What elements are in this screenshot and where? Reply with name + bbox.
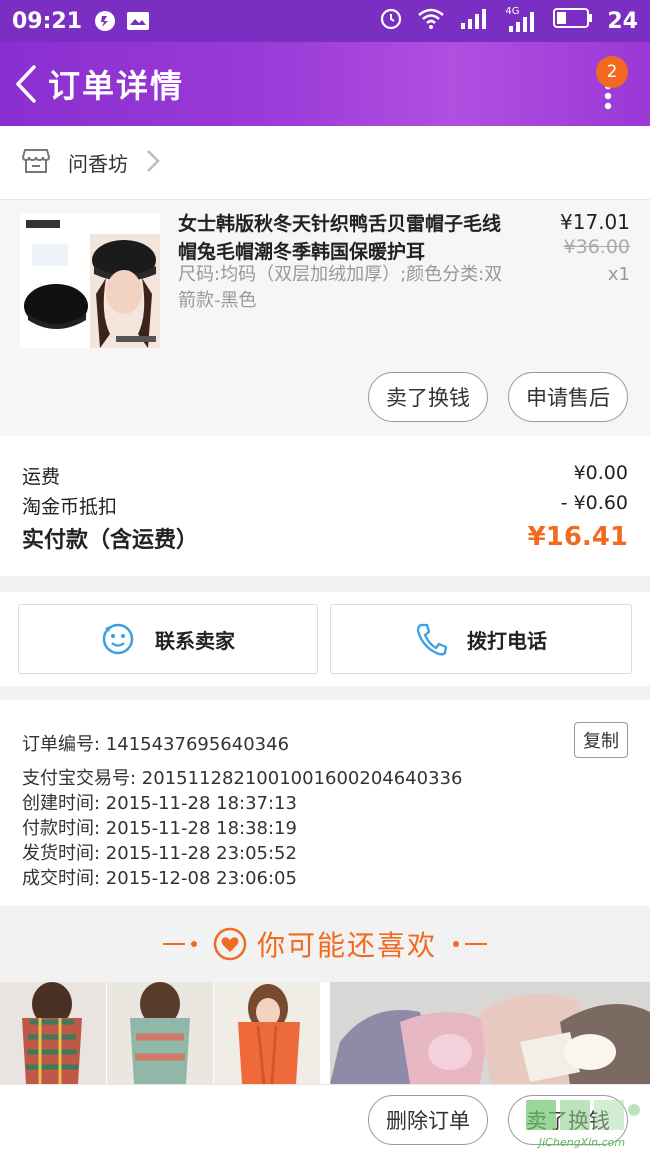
after-sale-button[interactable]: 申请售后	[508, 372, 628, 422]
wifi-icon	[417, 7, 445, 35]
recommend-header: 你可能还喜欢	[0, 906, 650, 982]
shop-row[interactable]: 问香坊	[0, 126, 650, 200]
paid-time: 付款时间: 2015-11-28 18:38:19	[22, 818, 297, 839]
shipping-fee-value: ¥0.00	[573, 462, 628, 484]
watermark-logo-icon	[522, 1100, 642, 1136]
contact-section: 联系卖家 拨打电话	[0, 592, 650, 686]
fee-summary: 运费 ¥0.00 淘金币抵扣 - ¥0.60 实付款（含运费） ¥16.41	[0, 436, 650, 576]
status-bar: 09:21 4G 24	[0, 0, 650, 42]
alarm-icon	[379, 6, 403, 36]
battery-icon	[553, 7, 593, 35]
product-original-price: ¥36.00	[563, 236, 630, 258]
divider-line	[465, 943, 487, 945]
chat-smile-icon	[101, 622, 135, 656]
order-number: 订单编号: 1415437695640346	[22, 734, 290, 755]
signal-icon	[459, 7, 491, 35]
created-time: 创建时间: 2015-11-28 18:37:13	[22, 793, 297, 814]
order-item: 女士韩版秋冬天针织鸭舌贝雷帽子毛线帽兔毛帽潮冬季韩国保暖护耳 尺码:均码（双层加…	[0, 200, 650, 436]
product-thumbnail[interactable]	[20, 214, 160, 348]
total-paid-row: 实付款（含运费） ¥16.41	[22, 522, 628, 554]
shop-icon	[21, 148, 51, 178]
heart-icon	[213, 927, 247, 961]
recommend-list	[0, 982, 650, 1084]
recommend-item-gloves[interactable]	[330, 982, 650, 1084]
divider-dot	[453, 941, 459, 947]
product-price: ¥17.01	[560, 210, 630, 234]
recommend-title: 你可能还喜欢	[256, 929, 437, 962]
copy-order-number-button[interactable]: 复制	[574, 722, 628, 758]
coin-discount-row: 淘金币抵扣 - ¥0.60	[22, 492, 628, 519]
more-menu-button[interactable]: 2	[588, 50, 628, 120]
bottom-action-bar: 删除订单 卖了换钱 JiChengXin.com	[0, 1084, 650, 1155]
delete-order-button[interactable]: 删除订单	[368, 1095, 488, 1145]
completed-time: 成交时间: 2015-12-08 23:06:05	[22, 868, 297, 889]
sell-item-button[interactable]: 卖了换钱	[368, 372, 488, 422]
app-notification-icon	[94, 10, 116, 32]
status-time: 09:21	[12, 8, 83, 34]
coin-discount-label: 淘金币抵扣	[22, 496, 118, 518]
total-paid-label: 实付款（含运费）	[22, 528, 199, 553]
watermark: JiChengXin.com	[522, 1098, 642, 1149]
shipping-fee-label: 运费	[22, 466, 61, 488]
coin-discount-value: - ¥0.60	[560, 492, 628, 514]
watermark-text: JiChengXin.com	[538, 1136, 626, 1149]
shipping-fee-row: 运费 ¥0.00	[22, 462, 628, 489]
order-info: 订单编号: 1415437695640346 复制 支付宝交易号: 201511…	[0, 700, 650, 906]
divider-line	[162, 943, 185, 945]
call-phone-button[interactable]: 拨打电话	[330, 604, 632, 674]
notification-badge: 2	[596, 56, 628, 88]
product-name[interactable]: 女士韩版秋冬天针织鸭舌贝雷帽子毛线帽兔毛帽潮冬季韩国保暖护耳	[178, 210, 518, 266]
contact-seller-button[interactable]: 联系卖家	[18, 604, 318, 674]
message-icon	[126, 11, 150, 31]
chevron-right-icon	[146, 149, 160, 177]
product-spec: 尺码:均码（双层加绒加厚）;颜色分类:双箭款-黑色	[178, 264, 503, 311]
alipay-trade-number: 支付宝交易号: 2015112821001001600204640336	[22, 768, 463, 789]
total-paid-value: ¥16.41	[527, 522, 628, 552]
recommend-item-scarf[interactable]	[0, 982, 320, 1084]
divider-dot	[190, 941, 197, 947]
shop-name: 问香坊	[68, 152, 128, 176]
contact-seller-label: 联系卖家	[155, 628, 235, 653]
network-type: 4G	[505, 6, 520, 17]
battery-level: 24	[607, 8, 638, 34]
back-button[interactable]	[4, 42, 48, 126]
nav-bar: 订单详情 2	[0, 42, 650, 126]
page-title: 订单详情	[48, 67, 185, 105]
call-phone-label: 拨打电话	[467, 628, 547, 653]
shipped-time: 发货时间: 2015-11-28 23:05:52	[22, 843, 297, 864]
product-quantity: x1	[607, 264, 630, 285]
chevron-left-icon	[16, 65, 36, 103]
phone-icon	[415, 622, 447, 656]
signal-4g-icon: 4G	[505, 6, 539, 32]
